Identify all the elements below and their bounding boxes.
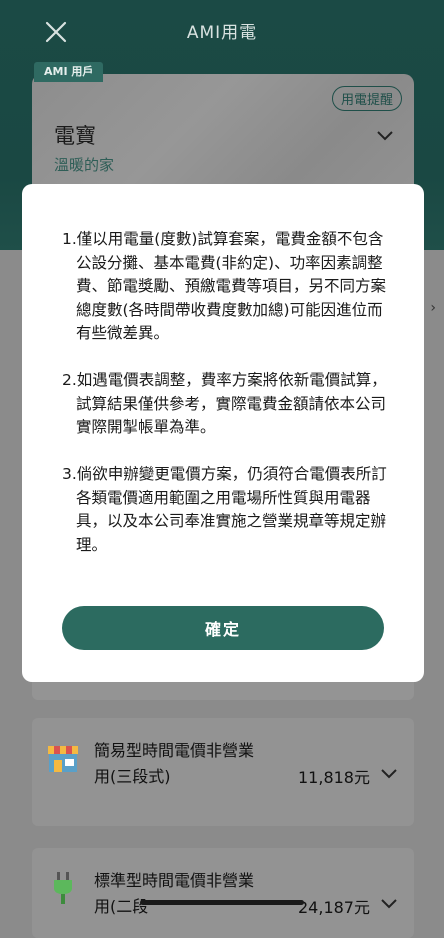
chevron-down-icon[interactable] (376, 130, 394, 142)
home-indicator (140, 900, 304, 905)
plan-card[interactable]: 標準型時間電價非營業用(二段 24,187元 (32, 848, 414, 938)
disclaimer-text: 1.僅以用電量(度數)試算套案，電費金額不包含公設分攤、基本電費(非約定)、功率… (62, 228, 392, 581)
account-subtitle: 溫暖的家 (54, 156, 115, 174)
plan-title: 簡易型時間電價非營業用(三段式) (94, 741, 255, 786)
usage-reminder-button[interactable]: 用電提醒 (331, 86, 402, 111)
store-icon (48, 746, 78, 772)
chevron-down-icon[interactable] (380, 768, 398, 780)
disclaimer-dialog: 1.僅以用電量(度數)試算套案，電費金額不包含公設分攤、基本電費(非約定)、功率… (22, 184, 424, 682)
account-name: 電寶 (54, 124, 96, 148)
plan-amount: 11,818元 (298, 768, 370, 787)
disclaimer-item-3: 3.倘欲申辦變更電價方案，仍須符合電價表所訂各類電價適用範圍之用電場所性質與用電… (62, 465, 387, 554)
top-bar: AMI用電 (0, 0, 444, 62)
plug-icon (54, 872, 72, 904)
ami-user-tag: AMI 用戶 (34, 62, 104, 82)
page-title: AMI用電 (186, 23, 258, 43)
disclaimer-item-1: 1.僅以用電量(度數)試算套案，電費金額不包含公設分攤、基本電費(非約定)、功率… (62, 230, 387, 342)
disclaimer-item-2: 2.如遇電價表調整，費率方案將依新電價試算，試算結果僅供參考，實際電費金額請依本… (62, 371, 387, 436)
confirm-button[interactable]: 確定 (62, 606, 384, 650)
plan-amount: 24,187元 (298, 898, 370, 917)
plan-card[interactable]: 簡易型時間電價非營業用(三段式) 11,818元 (32, 718, 414, 826)
plan-title: 標準型時間電價非營業用(二段 (94, 871, 255, 916)
chevron-down-icon[interactable] (380, 898, 398, 910)
chevron-right-icon: › (430, 300, 436, 316)
